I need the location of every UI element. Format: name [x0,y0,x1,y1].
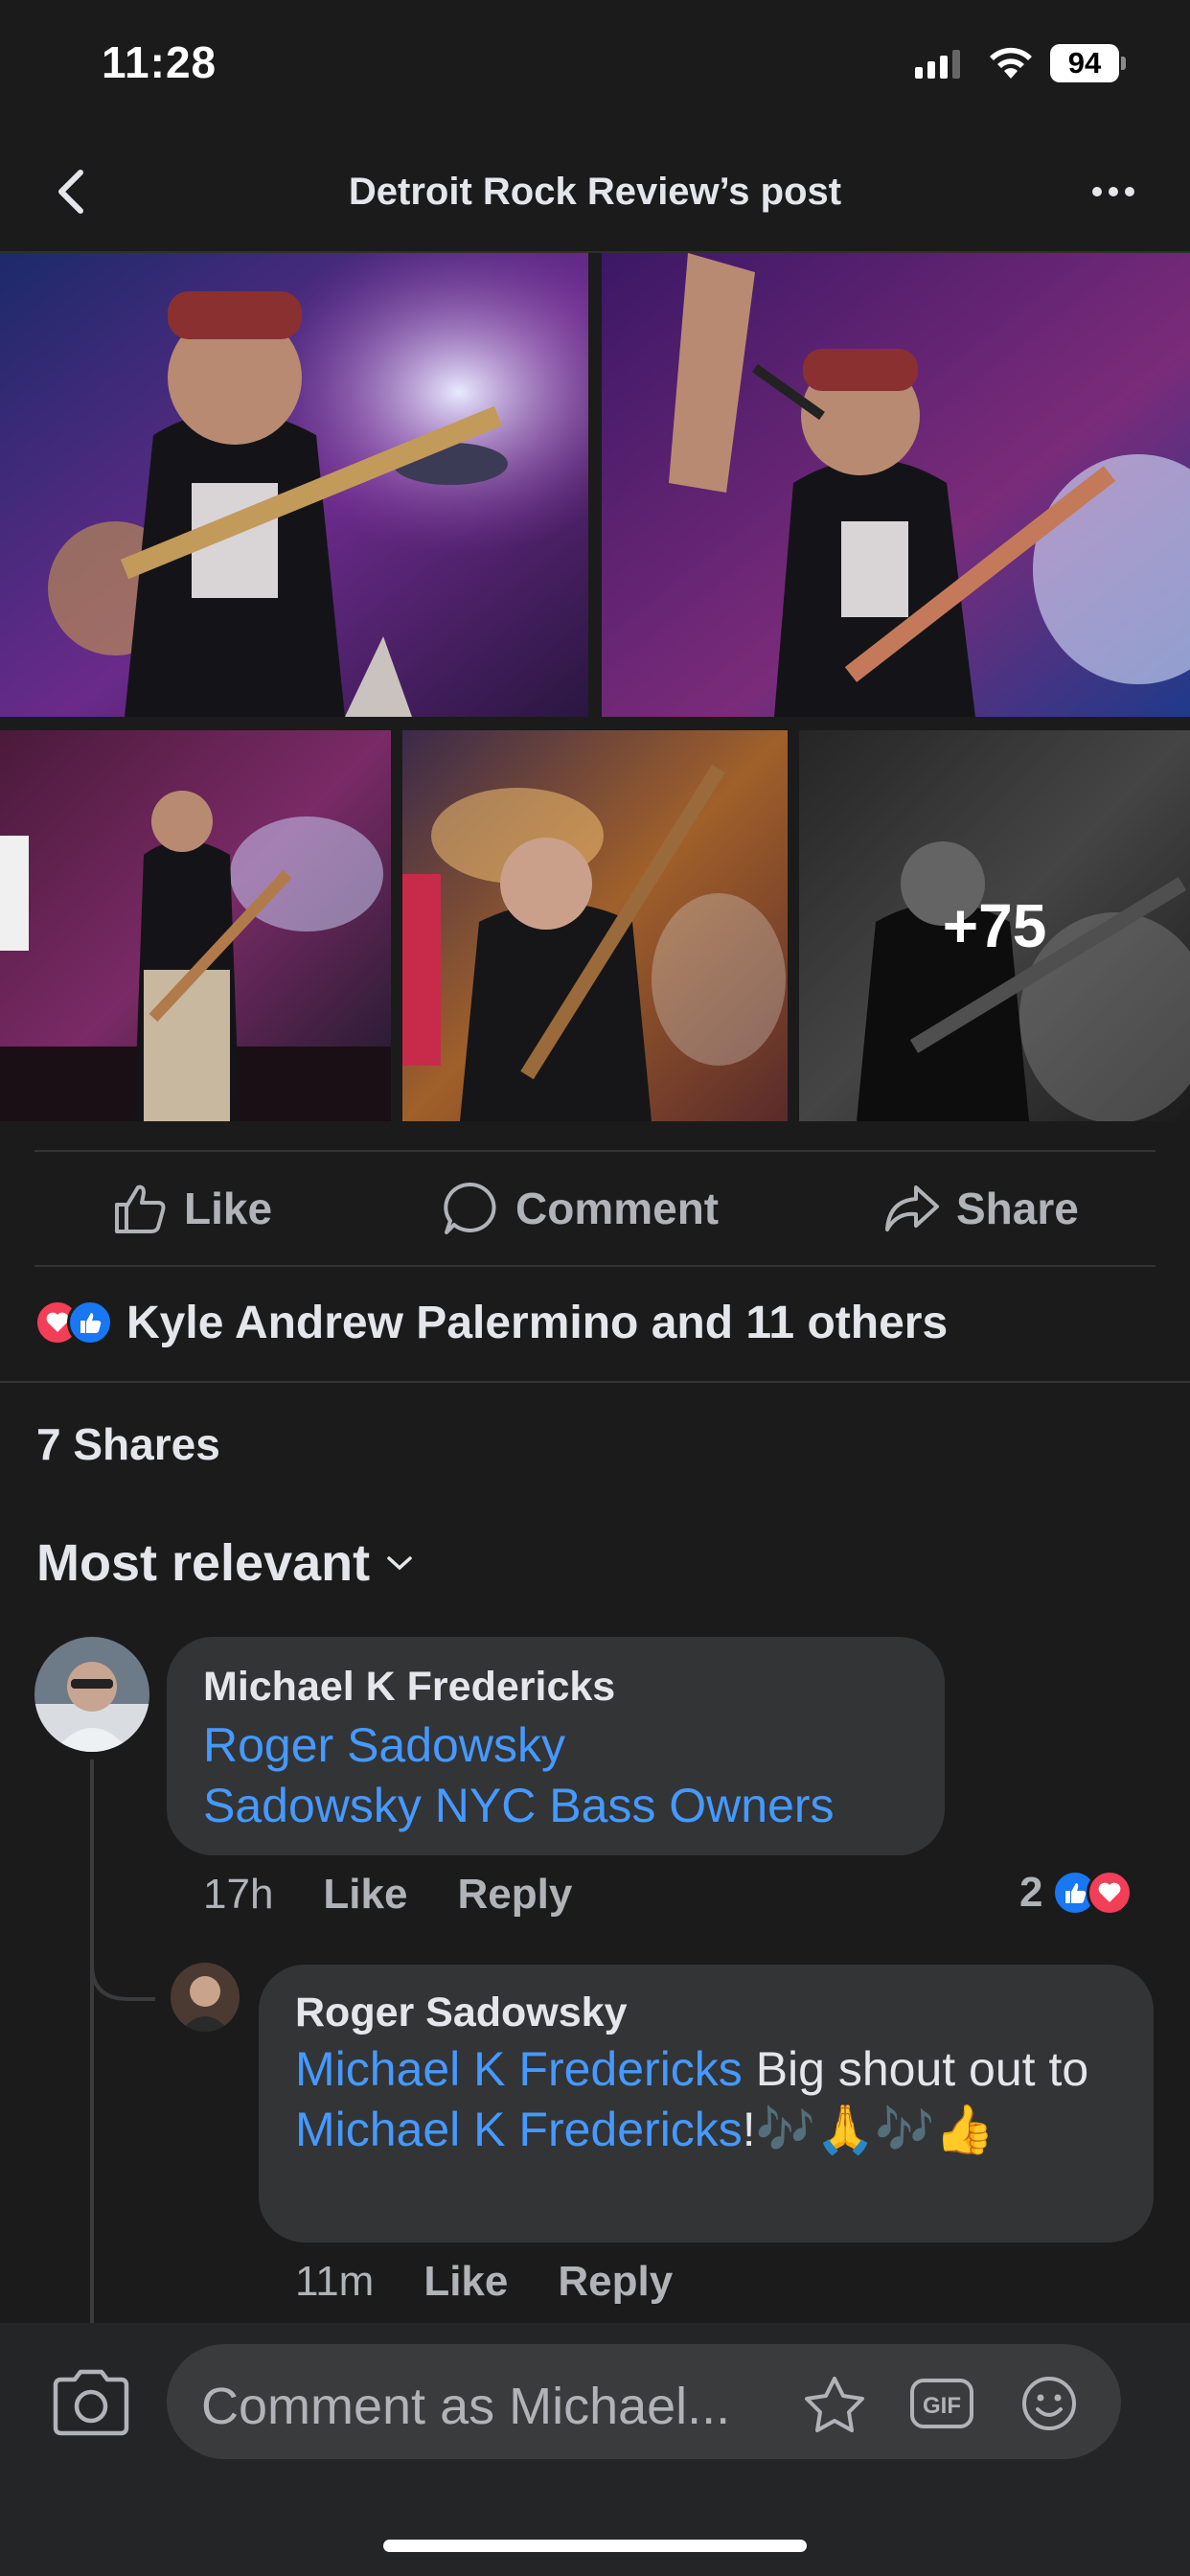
divider [34,1265,1156,1267]
sort-label: Most relevant [36,1534,371,1592]
comment-reply-button[interactable]: Reply [457,1871,572,1919]
post-actions-bar: Like Comment Share [34,1150,1156,1267]
share-button[interactable]: Share [881,1175,1079,1242]
camera-icon[interactable] [50,2366,132,2437]
like-button[interactable]: Like [111,1175,272,1242]
chevron-down-icon [387,1556,412,1571]
share-label: Share [956,1184,1079,1233]
cellular-signal-icon [915,50,960,79]
like-reaction-icon [67,1300,113,1346]
shares-count[interactable]: 7 Shares [36,1418,220,1470]
reactions-summary[interactable]: Kyle Andrew Palermino and 11 others [34,1296,948,1349]
comment-label: Comment [515,1184,720,1233]
comment-tag-link[interactable]: Sadowsky NYC Bass Owners [203,1776,835,1836]
thread-connector [90,1917,155,2001]
comment-like-button[interactable]: Like [423,2258,508,2306]
more-photos-count[interactable]: +75 [799,730,1190,1121]
love-reaction-icon [1087,1870,1133,1916]
comment-author[interactable]: Roger Sadowsky [295,1990,628,2036]
post-photo-4[interactable] [402,730,788,1121]
gif-icon[interactable]: GIF [906,2373,977,2434]
comment-body: Michael K Fredericks Big shout out to Mi… [295,2039,1138,2160]
page-title: Detroit Rock Review’s post [348,171,842,213]
comment-time: 11m [295,2258,375,2305]
home-indicator [383,2540,807,2552]
comment-meta: 17h Like Reply [203,1871,572,1919]
comment-text: !🎶🙏🎶👍 [742,2103,995,2156]
like-label: Like [184,1184,273,1233]
comment-bubble[interactable]: Michael K Fredericks Roger Sadowsky Sado… [167,1637,945,1855]
emoji-icon[interactable] [1014,2373,1085,2434]
comment-bubble-icon [444,1182,496,1234]
comment-mention-link[interactable]: Michael K Fredericks [295,2042,743,2096]
comment-input[interactable]: Comment as Michael... GIF [167,2344,1121,2459]
avatar[interactable] [34,1637,149,1752]
battery-level: 94 [1050,44,1119,82]
comment-input-placeholder: Comment as Michael... [201,2378,731,2435]
post-photo-3[interactable] [0,730,391,1121]
comment-like-button[interactable]: Like [323,1871,407,1919]
comment-bubble[interactable]: Roger Sadowsky Michael K Fredericks Big … [259,1965,1154,2242]
comment-sort-dropdown[interactable]: Most relevant [36,1533,414,1593]
comment-time: 17h [203,1871,274,1918]
comment-text: Big shout out to [742,2042,1089,2096]
comment-composer-bar: Comment as Michael... GIF [0,2323,1190,2576]
comment-author[interactable]: Michael K Fredericks [203,1664,615,1711]
post-photo-1[interactable] [0,253,588,717]
status-time: 11:28 [102,37,217,87]
comment-mention-link[interactable]: Michael K Fredericks [295,2103,743,2156]
comment-reaction-count: 2 [1019,1869,1043,1916]
post-photo-2[interactable] [602,253,1190,717]
comment-reactions[interactable]: 2 [1019,1869,1133,1917]
thumbs-up-icon [115,1184,166,1233]
nav-bar: Detroit Rock Review’s post [0,134,1190,253]
comment-tag-link[interactable]: Roger Sadowsky [203,1715,565,1776]
more-options-button[interactable] [1092,174,1150,209]
divider [0,1381,1190,1383]
reactions-text: Kyle Andrew Palermino and 11 others [126,1297,949,1348]
comment-meta: 11m Like Reply [295,2258,673,2306]
status-bar: 11:28 94 [0,0,1190,134]
wifi-icon [990,47,1032,79]
thread-line [90,1760,94,2323]
svg-text:GIF: GIF [923,2393,961,2419]
post-photo-5[interactable]: +75 [799,730,1190,1121]
avatar[interactable] [171,1963,240,2032]
share-arrow-icon [885,1185,939,1231]
battery-icon: 94 [1050,44,1127,82]
comment-button[interactable]: Comment [441,1175,719,1242]
comment-reply-button[interactable]: Reply [558,2258,673,2306]
avatar-sticker-icon[interactable] [799,2373,870,2434]
